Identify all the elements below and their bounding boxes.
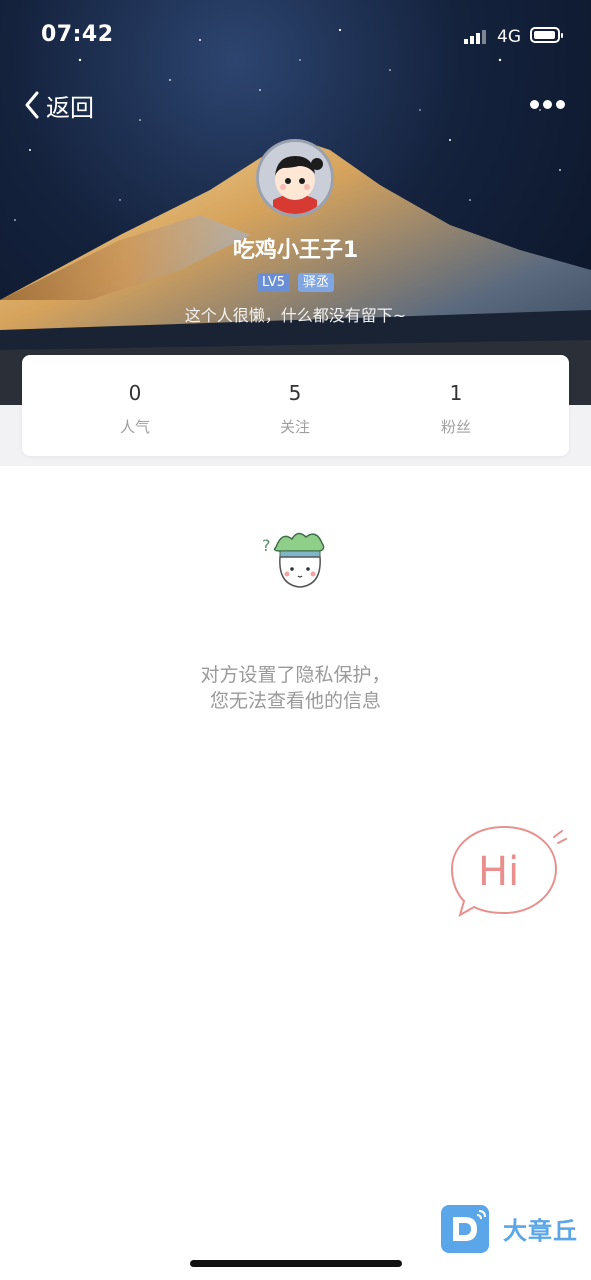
stat-label: 关注	[279, 418, 310, 436]
profile-bio: 这个人很懒，什么都没有留下~	[184, 306, 407, 325]
stat-value: 0	[128, 381, 142, 405]
stat-label: 粉丝	[440, 418, 471, 436]
watermark-logo-icon	[441, 1205, 489, 1253]
title-badge: 驿丞	[297, 273, 334, 292]
hi-greeting-button[interactable]: Hi	[448, 823, 572, 923]
confused-mascot-icon: ?	[262, 532, 325, 588]
avatar[interactable]	[256, 139, 334, 217]
privacy-message-line1: 对方设置了隐私保护，	[200, 664, 391, 686]
cartoon-girl-avatar	[259, 142, 331, 214]
more-dot-icon	[530, 99, 539, 109]
signal-icon	[464, 30, 486, 44]
back-button[interactable]: 返回	[24, 88, 94, 122]
badge-row: LV5 驿丞	[0, 273, 591, 292]
chevron-left-icon	[25, 91, 39, 119]
network-type: 4G	[497, 27, 521, 47]
watermark-text: 大章丘	[503, 1217, 578, 1245]
watermark: 大章丘	[441, 1205, 586, 1255]
more-dot-icon	[556, 99, 565, 109]
stat-label: 人气	[119, 418, 150, 436]
stats-card: 0 人气 5 关注 1 粉丝	[22, 355, 569, 456]
level-badge: LV5	[257, 273, 290, 292]
svg-text:?: ?	[262, 536, 271, 555]
battery-icon	[530, 27, 563, 43]
home-indicator	[190, 1260, 402, 1267]
back-label: 返回	[46, 93, 94, 122]
stat-value: 5	[288, 381, 302, 405]
stat-followers[interactable]: 1 粉丝	[396, 355, 516, 437]
privacy-message-line2: 您无法查看他的信息	[209, 690, 381, 712]
status-time: 07:42	[41, 22, 114, 47]
hi-label: Hi	[478, 849, 519, 895]
stat-value: 1	[449, 381, 463, 405]
status-bar: 07:42 4G	[0, 0, 591, 70]
more-options-button[interactable]	[530, 97, 570, 111]
privacy-message: 对方设置了隐私保护， 您无法查看他的信息	[0, 662, 591, 714]
username: 吃鸡小王子1	[232, 238, 359, 263]
more-dot-icon	[543, 99, 552, 109]
stat-following[interactable]: 5 关注	[235, 355, 355, 437]
stat-popularity[interactable]: 0 人气	[75, 355, 195, 437]
